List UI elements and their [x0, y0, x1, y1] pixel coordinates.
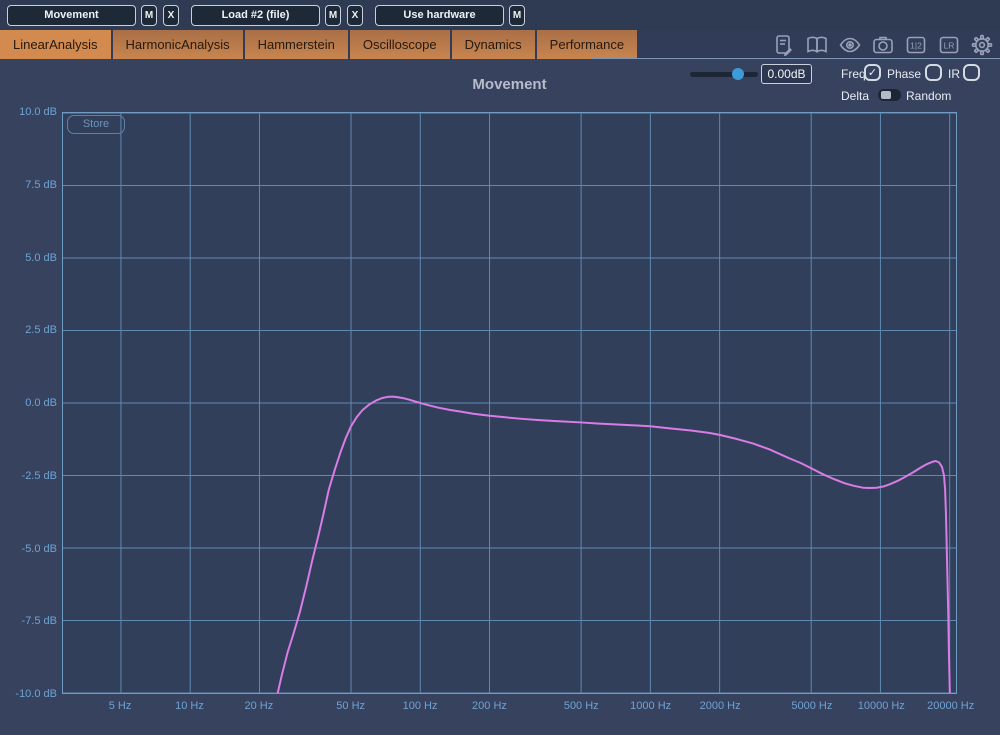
page-title: Movement	[472, 76, 547, 93]
eye-icon[interactable]	[838, 33, 862, 57]
freq-label: Freq	[841, 67, 866, 81]
tab-dynamics[interactable]: Dynamics	[451, 30, 535, 59]
plot-canvas	[63, 113, 956, 693]
store-button[interactable]: Store	[67, 115, 125, 134]
channel-1-2-icon[interactable]: 1|2	[904, 33, 928, 57]
y-tick-label: 7.5 dB	[25, 178, 57, 191]
y-tick-label: 10.0 dB	[19, 106, 57, 118]
delta-random-toggle[interactable]	[878, 89, 901, 101]
x-tick-label: 5 Hz	[108, 700, 132, 712]
svg-text:1|2: 1|2	[910, 40, 922, 50]
frequency-response-plot[interactable]: Store	[62, 112, 957, 694]
slot-3-button[interactable]: Use hardware	[375, 4, 504, 26]
y-tick-label: -5.0 dB	[21, 542, 57, 555]
gain-value-field[interactable]: 0.00dB	[761, 64, 812, 84]
slot-3-mute-button[interactable]: M	[509, 4, 525, 26]
notes-edit-icon[interactable]	[772, 33, 796, 57]
x-tick-label: 1000 Hz	[630, 700, 672, 712]
ir-checkbox[interactable]	[963, 64, 980, 81]
delta-label: Delta	[841, 89, 870, 103]
svg-text:LR: LR	[944, 40, 955, 50]
settings-gear-icon[interactable]	[970, 33, 994, 57]
tab-oscilloscope[interactable]: Oscilloscope	[349, 30, 450, 59]
ir-label: IR	[948, 67, 960, 81]
x-tick-label: 20000 Hz	[927, 700, 975, 712]
x-tick-label: 5000 Hz	[791, 700, 833, 712]
random-label: Random	[906, 89, 952, 103]
slot-2-mute-button[interactable]: M	[325, 4, 341, 26]
toggle-knob[interactable]	[881, 91, 891, 99]
y-tick-label: 5.0 dB	[25, 251, 57, 264]
x-tick-label: 200 Hz	[472, 700, 507, 712]
tab-harmonic-analysis[interactable]: HarmonicAnalysis	[112, 30, 243, 59]
x-tick-label: 20 Hz	[244, 700, 274, 712]
response-curve	[276, 395, 951, 693]
phase-checkbox[interactable]	[925, 64, 942, 81]
y-tick-label: -10.0 dB	[15, 688, 57, 700]
toolbar-icons: 1|2 LR	[772, 30, 994, 59]
camera-icon[interactable]	[871, 33, 895, 57]
book-icon[interactable]	[805, 33, 829, 57]
freq-checkbox[interactable]: ✓	[864, 64, 881, 81]
slot-2-remove-button[interactable]: X	[347, 4, 363, 26]
top-bar: Movement M X Load #2 (file) M X Use hard…	[0, 0, 1000, 30]
y-tick-label: 0.0 dB	[25, 397, 57, 409]
slot-2-button[interactable]: Load #2 (file)	[191, 4, 320, 26]
analysis-panel: Movement 0.00dB Freq ✓ Phase IR Delta Ra…	[0, 59, 1000, 735]
y-tick-label: 2.5 dB	[25, 324, 57, 337]
gain-slider[interactable]	[690, 68, 758, 80]
slot-1-mute-button[interactable]: M	[141, 4, 157, 26]
tab-bar: LinearAnalysis HarmonicAnalysis Hammerst…	[0, 30, 1000, 59]
plugin-analyzer-window: Movement M X Load #2 (file) M X Use hard…	[0, 0, 1000, 735]
tab-linear-analysis[interactable]: LinearAnalysis	[0, 30, 111, 59]
slot-1-button[interactable]: Movement	[7, 4, 136, 26]
tab-hammerstein[interactable]: Hammerstein	[244, 30, 348, 59]
x-tick-label: 2000 Hz	[699, 700, 741, 712]
x-tick-label: 50 Hz	[336, 700, 366, 712]
slot-1-remove-button[interactable]: X	[163, 4, 179, 26]
x-tick-label: 100 Hz	[402, 700, 438, 712]
tab-performance[interactable]: Performance	[536, 30, 638, 59]
y-tick-label: -7.5 dB	[21, 615, 57, 628]
x-tick-label: 500 Hz	[563, 700, 599, 712]
lr-channels-icon[interactable]: LR	[937, 33, 961, 57]
x-tick-label: 10 Hz	[175, 700, 204, 712]
x-tick-label: 10000 Hz	[857, 700, 905, 712]
gain-slider-thumb[interactable]	[732, 68, 744, 80]
y-tick-label: -2.5 dB	[21, 469, 57, 482]
phase-label: Phase	[887, 67, 922, 81]
